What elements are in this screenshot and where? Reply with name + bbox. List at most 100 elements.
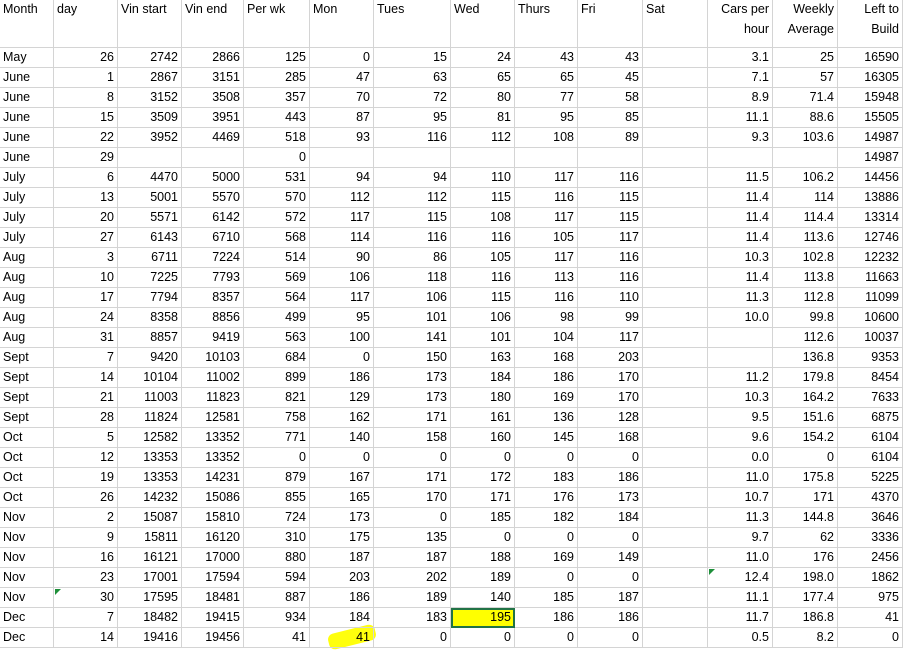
cell-vin-end[interactable]: 15086 xyxy=(182,488,244,508)
cell-vin-start[interactable]: 13353 xyxy=(118,448,182,468)
cell-per-wk[interactable]: 594 xyxy=(244,568,310,588)
cell-sat[interactable] xyxy=(643,128,708,148)
cell-mon[interactable]: 173 xyxy=(310,508,374,528)
cell-day[interactable]: 3 xyxy=(54,248,118,268)
cell-thurs[interactable]: 0 xyxy=(515,448,578,468)
cell-vin-end[interactable]: 12581 xyxy=(182,408,244,428)
cell-vin-start[interactable] xyxy=(118,148,182,168)
cell-fri[interactable]: 0 xyxy=(578,568,643,588)
cell-day[interactable]: 15 xyxy=(54,108,118,128)
cell-tues[interactable]: 171 xyxy=(374,408,451,428)
cell-wed[interactable]: 101 xyxy=(451,328,515,348)
cell-day[interactable]: 14 xyxy=(54,628,118,648)
cell-weekly-average[interactable]: 99.8 xyxy=(773,308,838,328)
cell-sat[interactable] xyxy=(643,448,708,468)
cell-thurs[interactable]: 105 xyxy=(515,228,578,248)
cell-day[interactable]: 17 xyxy=(54,288,118,308)
cell-left-to-build[interactable]: 14987 xyxy=(838,148,903,168)
cell-wed[interactable]: 108 xyxy=(451,208,515,228)
cell-vin-end[interactable]: 10103 xyxy=(182,348,244,368)
cell-sat[interactable] xyxy=(643,88,708,108)
cell-weekly-average[interactable]: 112.6 xyxy=(773,328,838,348)
column-header-wed[interactable]: Wed xyxy=(451,0,515,48)
cell-per-wk[interactable]: 564 xyxy=(244,288,310,308)
cell-day[interactable]: 19 xyxy=(54,468,118,488)
cell-cars-per-hour[interactable]: 12.4 xyxy=(708,568,773,588)
cell-sat[interactable] xyxy=(643,408,708,428)
cell-tues[interactable]: 116 xyxy=(374,128,451,148)
cell-mon[interactable]: 187 xyxy=(310,548,374,568)
cell-tues[interactable]: 95 xyxy=(374,108,451,128)
cell-mon[interactable]: 100 xyxy=(310,328,374,348)
cell-mon[interactable]: 162 xyxy=(310,408,374,428)
cell-vin-start[interactable]: 17001 xyxy=(118,568,182,588)
cell-vin-start[interactable]: 12582 xyxy=(118,428,182,448)
cell-cars-per-hour[interactable]: 9.5 xyxy=(708,408,773,428)
cell-wed[interactable]: 105 xyxy=(451,248,515,268)
cell-wed[interactable]: 110 xyxy=(451,168,515,188)
cell-per-wk[interactable]: 887 xyxy=(244,588,310,608)
cell-tues[interactable]: 170 xyxy=(374,488,451,508)
cell-fri[interactable]: 170 xyxy=(578,368,643,388)
cell-left-to-build[interactable]: 2456 xyxy=(838,548,903,568)
cell-month[interactable]: Sept xyxy=(0,408,54,428)
cell-vin-end[interactable]: 7224 xyxy=(182,248,244,268)
cell-thurs[interactable]: 104 xyxy=(515,328,578,348)
cell-day[interactable]: 6 xyxy=(54,168,118,188)
cell-vin-start[interactable]: 11003 xyxy=(118,388,182,408)
cell-weekly-average[interactable]: 198.0 xyxy=(773,568,838,588)
cell-per-wk[interactable]: 758 xyxy=(244,408,310,428)
column-header-mon[interactable]: Mon xyxy=(310,0,374,48)
cell-month[interactable]: Aug xyxy=(0,308,54,328)
cell-mon[interactable]: 93 xyxy=(310,128,374,148)
cell-cars-per-hour[interactable] xyxy=(708,328,773,348)
cell-day[interactable]: 10 xyxy=(54,268,118,288)
cell-tues[interactable]: 86 xyxy=(374,248,451,268)
cell-left-to-build[interactable]: 975 xyxy=(838,588,903,608)
cell-wed[interactable]: 195 xyxy=(451,608,515,628)
cell-per-wk[interactable]: 899 xyxy=(244,368,310,388)
cell-day[interactable]: 2 xyxy=(54,508,118,528)
cell-per-wk[interactable]: 285 xyxy=(244,68,310,88)
cell-fri[interactable]: 115 xyxy=(578,188,643,208)
cell-thurs[interactable]: 186 xyxy=(515,608,578,628)
cell-vin-start[interactable]: 6143 xyxy=(118,228,182,248)
cell-mon[interactable]: 114 xyxy=(310,228,374,248)
cell-vin-start[interactable]: 3509 xyxy=(118,108,182,128)
cell-weekly-average[interactable]: 62 xyxy=(773,528,838,548)
cell-fri[interactable]: 99 xyxy=(578,308,643,328)
cell-vin-end[interactable]: 3151 xyxy=(182,68,244,88)
cell-vin-end[interactable]: 19456 xyxy=(182,628,244,648)
cell-cars-per-hour[interactable]: 8.9 xyxy=(708,88,773,108)
cell-thurs[interactable]: 43 xyxy=(515,48,578,68)
cell-tues[interactable]: 173 xyxy=(374,388,451,408)
cell-fri[interactable]: 0 xyxy=(578,528,643,548)
cell-weekly-average[interactable]: 106.2 xyxy=(773,168,838,188)
cell-thurs[interactable]: 116 xyxy=(515,188,578,208)
cell-mon[interactable]: 0 xyxy=(310,348,374,368)
cell-sat[interactable] xyxy=(643,588,708,608)
cell-left-to-build[interactable]: 11099 xyxy=(838,288,903,308)
cell-tues[interactable]: 173 xyxy=(374,368,451,388)
cell-cars-per-hour[interactable]: 3.1 xyxy=(708,48,773,68)
cell-vin-start[interactable]: 14232 xyxy=(118,488,182,508)
cell-vin-start[interactable]: 16121 xyxy=(118,548,182,568)
cell-per-wk[interactable]: 724 xyxy=(244,508,310,528)
cell-thurs[interactable]: 108 xyxy=(515,128,578,148)
cell-per-wk[interactable]: 499 xyxy=(244,308,310,328)
cell-tues[interactable]: 72 xyxy=(374,88,451,108)
cell-sat[interactable] xyxy=(643,508,708,528)
cell-vin-end[interactable]: 6710 xyxy=(182,228,244,248)
cell-cars-per-hour[interactable]: 11.4 xyxy=(708,208,773,228)
cell-mon[interactable]: 203 xyxy=(310,568,374,588)
cell-day[interactable]: 13 xyxy=(54,188,118,208)
cell-per-wk[interactable]: 514 xyxy=(244,248,310,268)
cell-wed[interactable]: 65 xyxy=(451,68,515,88)
cell-month[interactable]: Sept xyxy=(0,348,54,368)
cell-tues[interactable]: 0 xyxy=(374,628,451,648)
cell-vin-end[interactable]: 17594 xyxy=(182,568,244,588)
cell-month[interactable]: June xyxy=(0,108,54,128)
cell-month[interactable]: Aug xyxy=(0,288,54,308)
cell-cars-per-hour[interactable]: 10.3 xyxy=(708,248,773,268)
cell-vin-start[interactable]: 2867 xyxy=(118,68,182,88)
